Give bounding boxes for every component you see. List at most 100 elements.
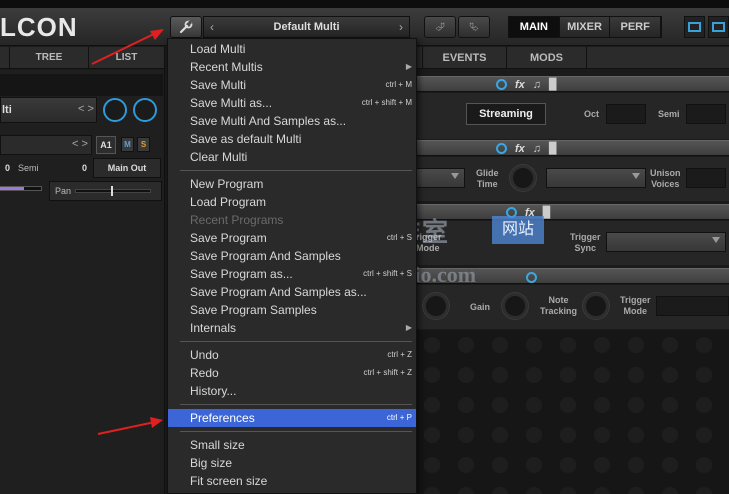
- trigger-mode-field[interactable]: [656, 296, 729, 316]
- semi-label: Semi: [18, 163, 39, 173]
- menu-item-save-multi[interactable]: Save Multi ctrl + M: [168, 76, 416, 94]
- menu-item-big-size[interactable]: Big size: [168, 454, 416, 472]
- tab-perf[interactable]: PERF: [610, 17, 662, 37]
- unison-voices-field[interactable]: [686, 168, 726, 188]
- wrench-menu-button[interactable]: [170, 16, 202, 38]
- menu-item-small-size[interactable]: Small size: [168, 436, 416, 454]
- menu-item-recent-multis[interactable]: Recent Multis ▶: [168, 58, 416, 76]
- mute-button[interactable]: M: [121, 137, 134, 152]
- fx-icon[interactable]: fx: [515, 79, 525, 91]
- glide-time-knob[interactable]: [510, 165, 536, 191]
- menu-item-save-program-samples[interactable]: Save Program And Samples: [168, 247, 416, 265]
- music-note-icon[interactable]: ♫: [533, 143, 541, 155]
- output-select[interactable]: Main Out: [93, 158, 161, 178]
- menu-item-save-program-samples-only[interactable]: Save Program Samples: [168, 301, 416, 319]
- osc-section-header: [415, 76, 729, 92]
- menu-item-save-multi-as[interactable]: Save Multi as... ctrl + shift + M: [168, 94, 416, 112]
- left-panel: [0, 70, 165, 494]
- chevron-right-icon[interactable]: ›: [399, 20, 403, 34]
- pan-slider[interactable]: [75, 189, 151, 193]
- menu-item-fit-screen-size[interactable]: Fit screen size: [168, 472, 416, 490]
- layout-single-button[interactable]: [684, 16, 705, 38]
- semi-value[interactable]: 0: [5, 163, 10, 173]
- menu-item-preferences[interactable]: Preferences ctrl + P: [168, 409, 416, 427]
- bars-icon[interactable]: ▉: [549, 78, 557, 91]
- fx-icon[interactable]: fx: [515, 143, 525, 155]
- hex-background: [415, 330, 729, 494]
- sample-section-header: [415, 204, 729, 220]
- menu-item-save-program[interactable]: Save Program ctrl + S: [168, 229, 416, 247]
- layout-split-icon: [712, 22, 725, 32]
- menu-item-save-multi-samples-as[interactable]: Save Multi And Samples as...: [168, 112, 416, 130]
- program-nav-arrows[interactable]: < >: [78, 103, 94, 115]
- power-icon[interactable]: [496, 143, 507, 154]
- undo-icon: ⮰: [435, 20, 445, 34]
- redo-icon: ⮱: [469, 20, 479, 34]
- menu-item-clear-multi[interactable]: Clear Multi: [168, 148, 416, 166]
- part-header: [0, 74, 163, 96]
- gain-knob[interactable]: [502, 293, 528, 319]
- oct-field[interactable]: [606, 104, 646, 124]
- part-nav-arrows[interactable]: < >: [72, 138, 88, 150]
- dropdown-arrow-icon: [632, 173, 640, 179]
- chevron-left-icon[interactable]: ‹: [210, 20, 214, 34]
- tab-list[interactable]: LIST: [89, 47, 165, 68]
- menu-item-save-default-multi[interactable]: Save as default Multi: [168, 130, 416, 148]
- semi-label-right: Semi: [658, 109, 680, 119]
- trigger-sync-dropdown[interactable]: [606, 232, 726, 252]
- layout-split-button[interactable]: [708, 16, 729, 38]
- volume-knob[interactable]: [103, 98, 127, 122]
- pan-slider-handle[interactable]: [111, 186, 113, 196]
- bars-icon[interactable]: ▉: [549, 142, 557, 155]
- pan-knob[interactable]: [133, 98, 157, 122]
- program-name: lti: [2, 104, 12, 116]
- undo-button[interactable]: ⮰: [424, 16, 456, 38]
- part-label[interactable]: A1: [96, 136, 116, 154]
- menu-item-load-program[interactable]: Load Program: [168, 193, 416, 211]
- watermark-box: 网站: [492, 216, 544, 244]
- tab-main[interactable]: MAIN: [509, 17, 560, 37]
- glide-time-label: Glide Time: [476, 168, 499, 189]
- redo-button[interactable]: ⮱: [458, 16, 490, 38]
- dropdown-arrow-icon: [451, 173, 459, 179]
- multi-name: Default Multi: [273, 21, 340, 33]
- power-icon[interactable]: [526, 272, 537, 283]
- submenu-arrow-icon: ▶: [405, 323, 412, 332]
- streaming-button[interactable]: Streaming: [466, 103, 546, 125]
- mode-dropdown[interactable]: [415, 168, 465, 188]
- osc-section-icons: fx ♫ ▉: [496, 78, 558, 91]
- app-logo: LCON: [0, 12, 78, 42]
- solo-button[interactable]: S: [137, 137, 150, 152]
- menu-item-recent-programs: Recent Programs: [190, 213, 284, 227]
- multi-selector[interactable]: ‹ Default Multi ›: [203, 16, 410, 38]
- menu-item-save-program-as[interactable]: Save Program as... ctrl + shift + S: [168, 265, 416, 283]
- bars-icon[interactable]: ▉: [543, 206, 551, 219]
- tab-events[interactable]: EVENTS: [422, 47, 507, 69]
- menu-item-redo[interactable]: Redo ctrl + shift + Z: [168, 364, 416, 382]
- semi-field[interactable]: [686, 104, 726, 124]
- menu-item-internals[interactable]: Internals ▶: [168, 319, 416, 337]
- semi-value-2[interactable]: 0: [82, 163, 87, 173]
- glide-mode-dropdown[interactable]: [546, 168, 646, 188]
- browser-tabs: TREE LIST: [0, 47, 165, 69]
- tab-mods[interactable]: MODS: [507, 47, 587, 69]
- tab-tree[interactable]: TREE: [10, 47, 89, 68]
- menu-item-new-program[interactable]: New Program: [168, 175, 416, 193]
- menu-item-undo[interactable]: Undo ctrl + Z: [168, 346, 416, 364]
- menu-item-history[interactable]: History...: [168, 382, 416, 400]
- tab-clipped[interactable]: [0, 47, 10, 68]
- menu-separator: [180, 431, 412, 432]
- menu-item-save-program-samples-as[interactable]: Save Program And Samples as...: [168, 283, 416, 301]
- trigger-mode-label-2: Trigger Mode: [620, 295, 651, 316]
- trigger-sync-label: Trigger Sync: [570, 232, 601, 253]
- menu-item-load-multi[interactable]: Load Multi: [168, 40, 416, 58]
- note-tracking-knob[interactable]: [583, 293, 609, 319]
- amp-knob[interactable]: [423, 293, 449, 319]
- tab-mixer[interactable]: MIXER: [559, 17, 611, 37]
- submenu-arrow-icon: ▶: [405, 62, 412, 71]
- unison-voices-label: Unison Voices: [650, 168, 681, 189]
- power-icon[interactable]: [496, 79, 507, 90]
- music-note-icon[interactable]: ♫: [533, 79, 541, 91]
- wrench-icon: [179, 20, 193, 34]
- voice-section-header: [415, 140, 729, 156]
